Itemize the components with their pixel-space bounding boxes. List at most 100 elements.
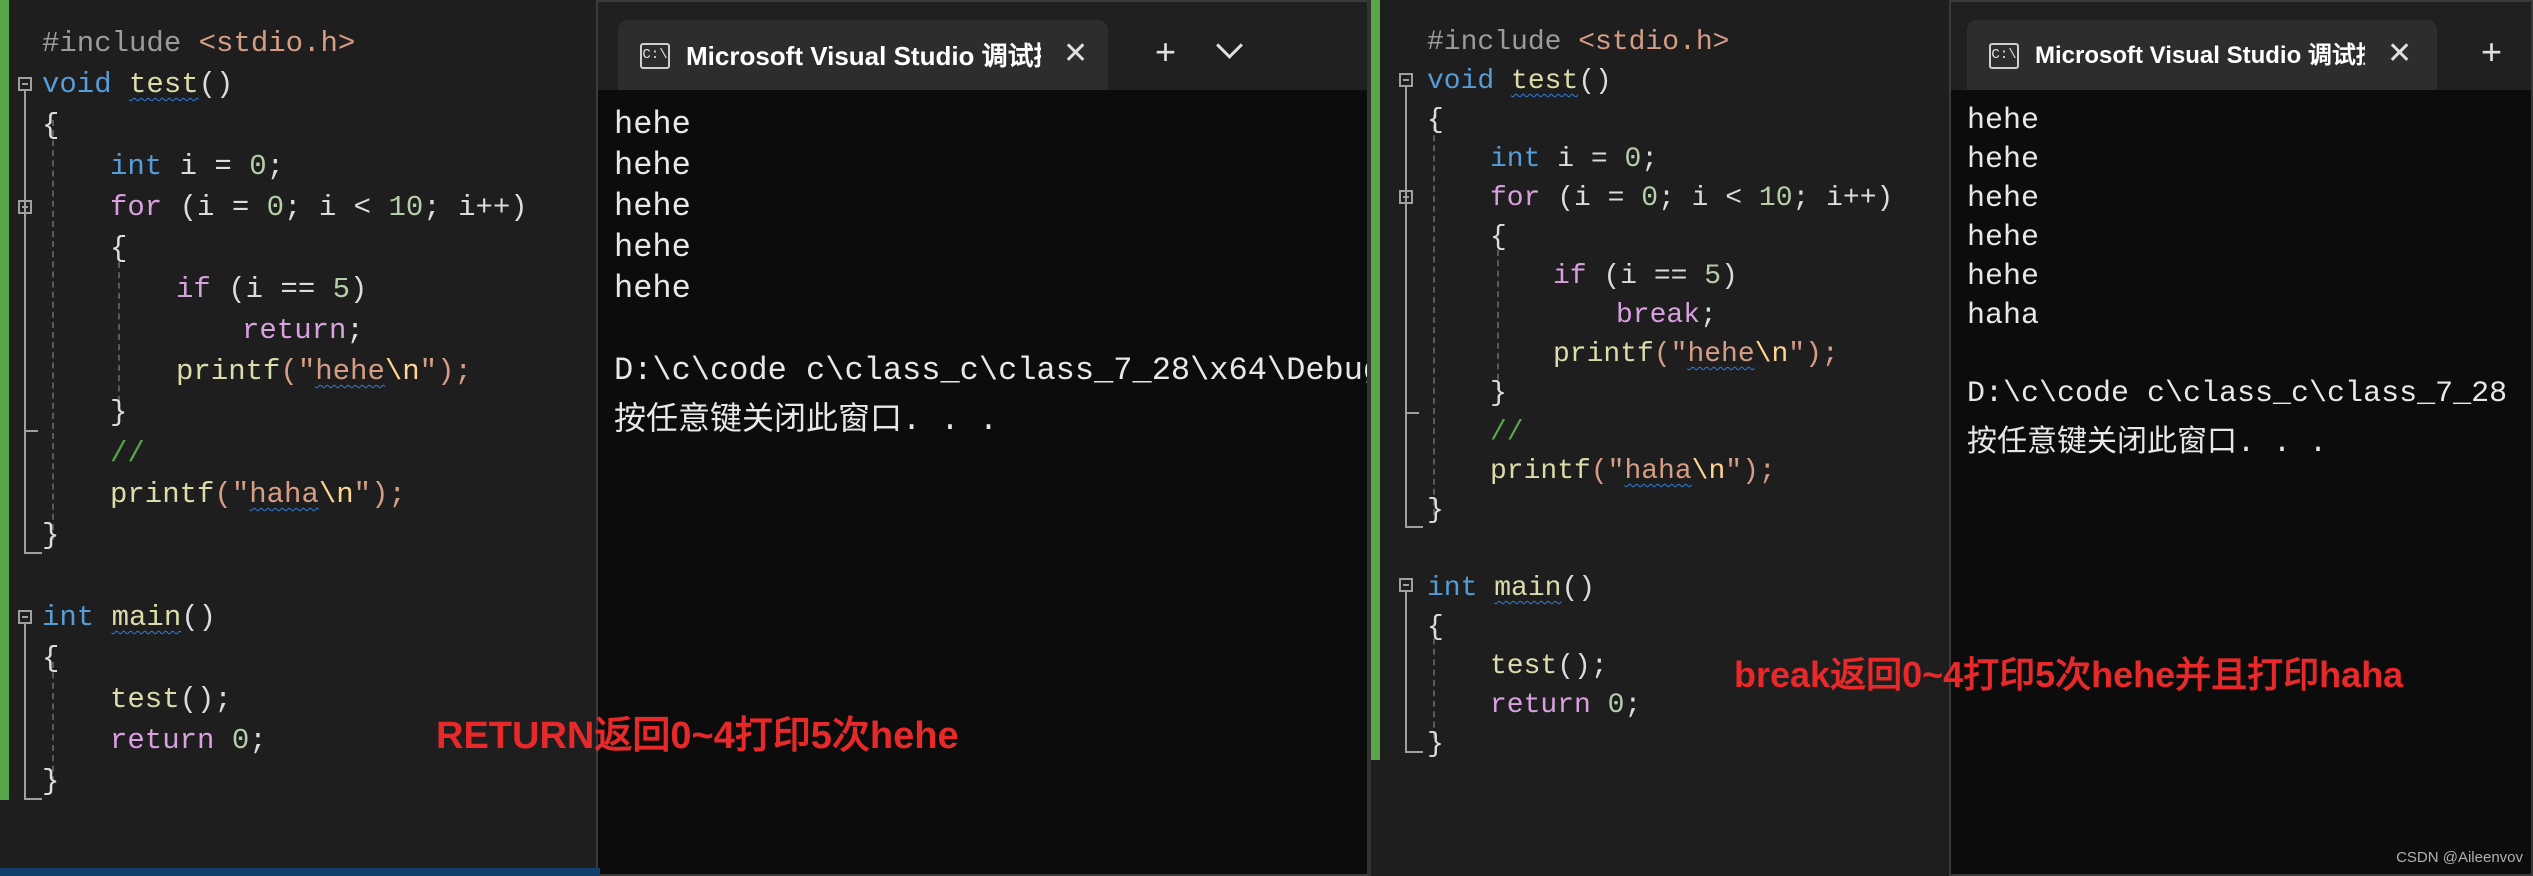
keyword: int	[110, 150, 163, 183]
code-line: {	[42, 105, 59, 146]
function-name: test	[1511, 66, 1579, 97]
output-line: hehe	[614, 147, 691, 184]
punctuation: )	[350, 273, 368, 306]
punctuation: ;	[1700, 300, 1717, 331]
code-line: if (i == 5)	[1553, 256, 1738, 297]
string-literal: hehe	[315, 355, 385, 388]
output-line: hehe	[614, 270, 691, 307]
code-line: }	[1427, 490, 1444, 531]
punctuation: ;	[1641, 144, 1659, 175]
console-output: hehe hehe hehe hehe hehe haha D:\c\code …	[1951, 90, 2531, 874]
code-line: int main()	[42, 597, 216, 638]
string-literal: ");	[419, 355, 472, 388]
number-literal: 10	[388, 191, 424, 224]
code-line: void test()	[1427, 61, 1612, 102]
function-call: printf	[176, 355, 281, 388]
code-line: test();	[1490, 646, 1608, 687]
punctuation: ()	[181, 601, 217, 634]
output-line: D:\c\code c\class_c\class_7_28\x64\Debug	[614, 352, 1369, 389]
output-line: hehe	[1967, 221, 2040, 255]
function-name: main	[1494, 573, 1562, 604]
punctuation: }	[1427, 495, 1444, 526]
output-line: hehe	[614, 106, 691, 143]
function-call: printf	[110, 478, 215, 511]
output-line: hehe	[614, 188, 691, 225]
code-text: i =	[179, 150, 250, 183]
code-line: #include <stdio.h>	[1427, 22, 1729, 63]
console-tab-bar: C:\ Microsoft Visual Studio 调试控制台 ✕ +	[1951, 2, 2531, 90]
output-line: hehe	[1967, 104, 2040, 138]
comment: //	[110, 437, 145, 470]
code-editor[interactable]: #include <stdio.h> void test() { int i =…	[1371, 0, 1971, 876]
punctuation: {	[42, 109, 60, 142]
escape-sequence: \n	[318, 478, 354, 511]
punctuation: ();	[1557, 651, 1608, 682]
function-call: printf	[1553, 339, 1654, 370]
number-literal: 5	[332, 273, 351, 306]
string-literal: ("	[280, 355, 316, 388]
function-call: test	[1490, 651, 1558, 682]
comment: //	[1490, 417, 1524, 448]
code-line: }	[110, 392, 127, 433]
function-name: test	[129, 68, 199, 101]
code-line: {	[1490, 217, 1507, 258]
debug-console-window[interactable]: C:\ Microsoft Visual Studio 调试控制台 ✕ + he…	[1949, 0, 2533, 876]
number-literal: 0	[1641, 183, 1659, 214]
code-line: void test()	[42, 64, 233, 105]
output-line: 按任意键关闭此窗口. . .	[614, 402, 999, 439]
code-line: {	[110, 228, 127, 269]
code-line: printf("haha\n");	[1490, 451, 1776, 492]
output-line: hehe	[1967, 260, 2040, 294]
string-literal: haha	[249, 478, 319, 511]
code-text: (i ==	[228, 273, 333, 306]
keyword: return	[242, 314, 347, 347]
string-literal: ");	[1725, 456, 1776, 487]
code-line: }	[42, 761, 59, 802]
function-call: printf	[1490, 456, 1591, 487]
code-line: if (i == 5)	[176, 269, 367, 310]
punctuation: }	[110, 396, 128, 429]
code-line: printf("hehe\n");	[1553, 334, 1839, 375]
output-line: hehe	[614, 229, 691, 266]
keyword: void	[42, 68, 112, 101]
new-tab-button[interactable]: +	[2481, 32, 2502, 72]
console-tab[interactable]: C:\ Microsoft Visual Studio 调试控制台 ✕	[618, 20, 1108, 90]
punctuation: {	[1490, 222, 1507, 253]
code-line: return 0;	[1490, 685, 1641, 726]
keyword: break	[1616, 300, 1701, 331]
preprocessor-directive: #include	[42, 27, 182, 60]
code-text: ; i++)	[1792, 183, 1894, 214]
new-tab-button[interactable]: +	[1155, 32, 1176, 72]
output-line: hehe	[1967, 182, 2040, 216]
code-line: #include <stdio.h>	[42, 23, 355, 64]
code-text: ; i++)	[423, 191, 528, 224]
keyword: int	[1490, 144, 1541, 175]
keyword: int	[1427, 573, 1478, 604]
string-literal: haha	[1624, 456, 1692, 487]
console-tab[interactable]: C:\ Microsoft Visual Studio 调试控制台 ✕	[1967, 20, 2437, 90]
number-literal: 0	[266, 191, 285, 224]
number-literal: 10	[1758, 183, 1793, 214]
keyword: return	[110, 724, 215, 757]
close-icon[interactable]: ✕	[1063, 36, 1088, 72]
escape-sequence: \n	[384, 355, 420, 388]
annotation-label: RETURN返回0~4打印5次hehe	[436, 715, 959, 757]
string-literal: ");	[353, 478, 406, 511]
code-line: for (i = 0; i < 10; i++)	[110, 187, 528, 228]
escape-sequence: \n	[1691, 456, 1726, 487]
string-literal: ");	[1788, 339, 1839, 370]
close-icon[interactable]: ✕	[2387, 36, 2412, 72]
code-line: {	[42, 638, 59, 679]
code-text: ; i <	[284, 191, 389, 224]
chevron-down-icon[interactable]	[1216, 32, 1243, 59]
punctuation: {	[1427, 612, 1444, 643]
punctuation: }	[1427, 729, 1444, 760]
code-line: printf("haha\n");	[110, 474, 406, 515]
code-line: return 0;	[110, 720, 267, 761]
terminal-icon: C:\	[1989, 43, 2019, 69]
code-text: (i =	[1557, 183, 1642, 214]
code-line: return;	[242, 310, 364, 351]
code-text: i =	[1557, 144, 1625, 175]
number-literal: 0	[231, 724, 250, 757]
punctuation: )	[1721, 261, 1738, 292]
